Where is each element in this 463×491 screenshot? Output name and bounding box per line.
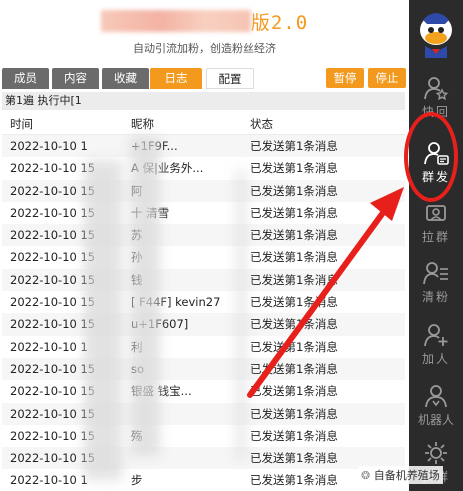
table-row[interactable]: 2022-10-10 15 已发送第1条消息 [2,402,405,425]
robot-icon [425,385,447,408]
privacy-blur [235,170,247,460]
donald-duck-avatar-icon[interactable] [415,8,457,58]
cell-time: 2022-10-10 15 [10,205,96,220]
cell-time: 2022-10-10 15 [10,228,96,243]
table-row[interactable]: 2022-10-10 1 步 已发送第1条消息 [2,469,405,491]
cell-status: 已发送第1条消息 [250,161,338,176]
privacy-blur [130,136,160,456]
watermark: ❂ 自备机养殖场 [358,466,443,484]
tab-config[interactable]: 配置 [206,68,254,89]
cell-status: 已发送第1条消息 [250,361,338,376]
pause-button[interactable]: 暂停 [326,68,364,88]
wechat-icon: ❂ [361,469,374,482]
table-row[interactable]: 2022-10-10 15苏已发送第1条消息 [2,224,405,247]
watermark-text: 自备机养殖场 [373,469,440,482]
cell-status: 已发送第1条消息 [250,451,338,466]
sidebar-item-clear-fans[interactable]: 清粉 [409,260,463,322]
cell-status: 已发送第1条消息 [250,428,338,443]
app-title: 版2.0 [0,8,409,35]
cell-time: 2022-10-10 15 [10,183,96,198]
star-user-icon [424,77,449,101]
sidebar-item-pull-group[interactable]: 拉群 [409,200,463,262]
user-list-icon [423,262,448,285]
cell-time: 2022-10-10 1 [10,339,88,354]
cell-status: 已发送第1条消息 [250,406,338,421]
cell-status: 已发送第1条消息 [250,183,338,198]
table-row[interactable]: 2022-10-10 15 已发送第1条消息 [2,447,405,470]
table-row[interactable]: 2022-10-10 15 银盛 钱宝... 已发送第1条消息 [2,380,405,402]
sidebar-item-label: 清粉 [421,290,450,304]
add-user-icon [424,324,448,347]
cell-status: 已发送第1条消息 [250,473,338,488]
table-row[interactable]: 2022-10-10 15孙已发送第1条消息 [2,246,405,268]
tab-bar: 成员 内容 收藏 日志 配置 暂停 停止 [2,68,407,90]
cell-status: 已发送第1条消息 [250,295,338,310]
table-row[interactable]: 2022-10-10 15 殇已发送第1条消息 [2,425,405,447]
cell-time: 2022-10-10 15 [10,406,96,421]
sidebar-item-label: 机器人 [417,413,454,427]
log-table-body: 2022-10-10 1+1F9F...已发送第1条消息2022-10-10 1… [2,135,405,491]
table-row[interactable]: 2022-10-10 15[ F44F] kevin27 已发送第1条消息 [2,291,405,313]
blurred-title-prefix [100,10,251,32]
cell-status: 已发送第1条消息 [250,250,338,265]
privacy-blur [84,160,122,480]
column-status: 状态 [250,117,273,131]
cell-time: 2022-10-10 15 [10,384,96,399]
title-version: 版2.0 [250,12,309,34]
cell-status: 已发送第1条消息 [250,339,338,354]
right-sidebar: 快回 群发 拉群 清粉 加人 机器人 [409,0,463,491]
cell-time: 2022-10-10 15 [10,295,96,310]
group-icon [426,205,446,221]
cell-time: 2022-10-10 15 [10,161,96,176]
cell-time: 2022-10-10 1 [10,473,88,488]
app-subtitle: 自动引流加粉，创造粉丝经济 [133,42,276,55]
cell-nickname: 步 [131,473,143,488]
cell-status: 已发送第1条消息 [250,317,338,332]
sidebar-item-label: 加人 [421,352,450,366]
cell-time: 2022-10-10 15 [10,250,96,265]
table-row[interactable]: 2022-10-10 15 u+1F607]已发送第1条消息 [2,313,405,336]
sidebar-item-robot[interactable]: 机器人 [409,383,463,445]
column-time: 时间 [10,117,33,131]
sidebar-item-add-people[interactable]: 加人 [409,322,463,384]
main-panel: 版2.0 自动引流加粉，创造粉丝经济 成员 内容 收藏 日志 配置 暂停 停止 … [0,0,409,491]
run-status: 第1遍 执行中[1 [2,92,405,110]
column-nickname: 昵称 [131,117,154,131]
cell-time: 2022-10-10 15 [10,361,96,376]
cell-time: 2022-10-10 15 [10,317,96,332]
cell-time: 2022-10-10 15 [10,428,96,443]
tab-members[interactable]: 成员 [2,68,49,89]
table-row[interactable]: 2022-10-10 15十 清雪已发送第1条消息 [2,202,405,224]
table-row[interactable]: 2022-10-10 1+1F9F...已发送第1条消息 [2,135,405,158]
gear-icon [425,442,447,464]
stop-button[interactable]: 停止 [368,68,406,88]
cell-time: 2022-10-10 1 [10,139,88,153]
table-header: 时间 昵称 状态 [2,113,405,135]
cell-time: 2022-10-10 15 [10,451,96,466]
cell-status: 已发送第1条消息 [250,272,338,287]
highlight-ring [404,112,458,202]
tab-content[interactable]: 内容 [52,68,99,89]
table-row[interactable]: 2022-10-10 15 A 保|业务外... 已发送第1条消息 [2,157,405,179]
tab-favorites[interactable]: 收藏 [102,68,149,89]
table-row[interactable]: 2022-10-10 15钱已发送第1条消息 [2,268,405,292]
cell-status: 已发送第1条消息 [250,384,338,399]
table-row[interactable]: 2022-10-10 15阿已发送第1条消息 [2,179,405,202]
cell-status: 已发送第1条消息 [250,228,338,243]
sidebar-item-label: 拉群 [421,230,450,244]
table-row[interactable]: 2022-10-10 15 so已发送第1条消息 [2,357,405,381]
cell-status: 已发送第1条消息 [250,205,338,220]
cell-time: 2022-10-10 15 [10,272,96,287]
cell-status: 已发送第1条消息 [250,139,338,153]
tab-log[interactable]: 日志 [150,68,202,89]
table-row[interactable]: 2022-10-10 1 利已发送第1条消息 [2,336,405,358]
